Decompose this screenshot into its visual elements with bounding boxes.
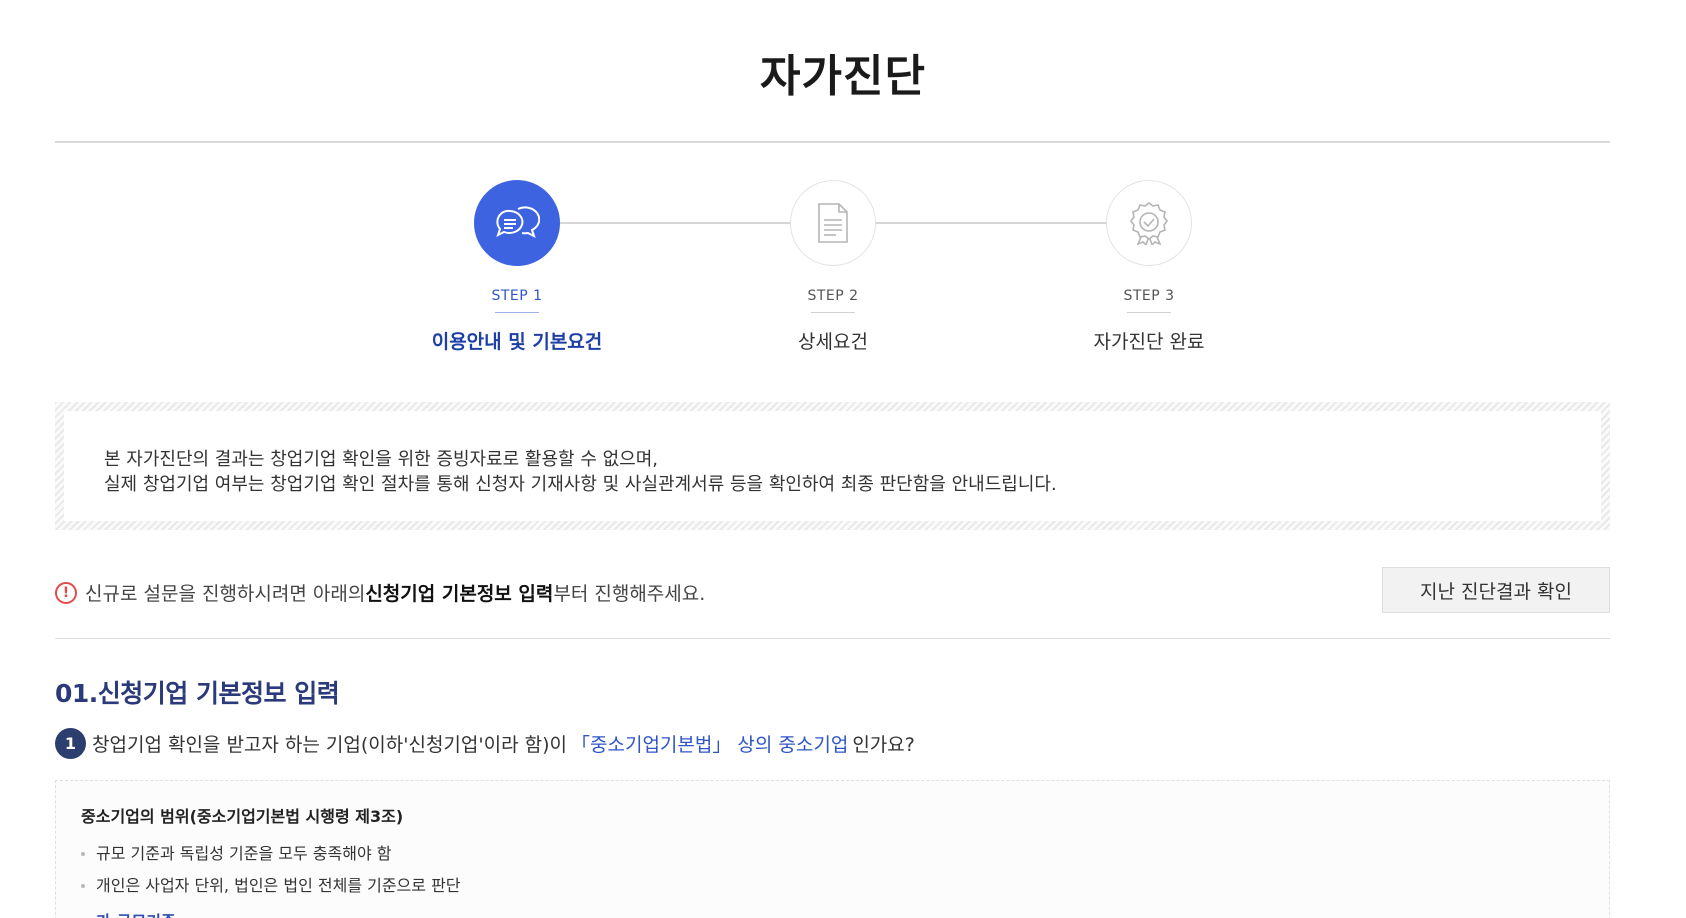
chat-bubbles-icon: [474, 180, 560, 266]
section-title: 01.신청기업 기본정보 입력: [55, 679, 340, 708]
past-results-button[interactable]: 지난 진단결과 확인: [1382, 567, 1610, 613]
document-icon: [790, 180, 876, 266]
title-divider: [55, 141, 1610, 143]
scope-title: 중소기업의 범위(중소기업기본법 시행령 제3조): [81, 807, 404, 826]
question-number-badge: 1: [55, 728, 86, 759]
certificate-badge-icon: [1106, 180, 1192, 266]
step-number: STEP 3: [1123, 288, 1175, 304]
list-item: 규모 기준과 독립성 기준을 모두 충족해야 함: [81, 838, 1584, 870]
list-item-text: 규모 기준과 독립성 기준을 모두 충족해야 함: [96, 844, 392, 863]
info-row: ! 신규로 설문을 진행하시려면 아래의 신청기업 기본정보 입력 부터 진행해주…: [55, 567, 1610, 615]
info-prefix: 신규로 설문을 진행하시려면 아래의: [85, 583, 366, 605]
notice-content: 본 자가진단의 결과는 창업기업 확인을 위한 증빙자료로 활용할 수 없으며,…: [64, 411, 1601, 521]
list-item: 개인은 사업자 단위, 법인은 법인 전체를 기준으로 판단: [81, 870, 1584, 902]
question-text: 창업기업 확인을 받고자 하는 기업(이하'신청기업'이라 함)이: [92, 734, 567, 756]
step-2: STEP 2 상세요건: [713, 180, 953, 354]
sme-act-link[interactable]: 「중소기업기본법」 상의 중소기업: [571, 730, 848, 757]
step-3: STEP 3 자가진단 완료: [1029, 180, 1269, 354]
notice-line: 실제 창업기업 여부는 창업기업 확인 절차를 통해 신청자 기재사항 및 사실…: [104, 474, 1057, 495]
step-label: 이용안내 및 기본요건: [431, 331, 603, 353]
info-message: ! 신규로 설문을 진행하시려면 아래의 신청기업 기본정보 입력 부터 진행해주…: [55, 579, 705, 606]
alert-icon: !: [55, 581, 77, 604]
scope-list: 규모 기준과 독립성 기준을 모두 충족해야 함 개인은 사업자 단위, 법인은…: [81, 838, 1584, 902]
step-number: STEP 1: [491, 288, 543, 304]
scope-subheading: 가.규모기준: [96, 908, 1584, 918]
sme-scope-box: 중소기업의 범위(중소기업기본법 시행령 제3조) 규모 기준과 독립성 기준을…: [55, 780, 1610, 918]
bullet-icon: [81, 884, 85, 888]
step-number: STEP 2: [807, 288, 859, 304]
step-underline: [495, 312, 539, 313]
notice-box: 본 자가진단의 결과는 창업기업 확인을 위한 증빙자료로 활용할 수 없으며,…: [55, 402, 1610, 530]
page-title: 자가진단: [760, 51, 926, 102]
step-progress: STEP 1 이용안내 및 기본요건 STEP 2 상세요건 STEP 3 자가: [0, 180, 1686, 360]
step-label: 자가진단 완료: [1093, 331, 1205, 353]
bullet-icon: [81, 852, 85, 856]
section-divider: [55, 638, 1610, 639]
list-item-text: 개인은 사업자 단위, 법인은 법인 전체를 기준으로 판단: [96, 876, 461, 895]
info-suffix: 부터 진행해주세요.: [553, 583, 706, 605]
question-text-end: 인가요?: [852, 734, 915, 756]
step-1: STEP 1 이용안내 및 기본요건: [397, 180, 637, 354]
question-1: 1 창업기업 확인을 받고자 하는 기업(이하'신청기업'이라 함)이 「중소기…: [55, 728, 915, 759]
notice-line: 본 자가진단의 결과는 창업기업 확인을 위한 증빙자료로 활용할 수 없으며,: [104, 449, 659, 470]
step-underline: [1127, 312, 1171, 313]
step-label: 상세요건: [798, 331, 868, 353]
step-underline: [811, 312, 855, 313]
info-highlight: 신청기업 기본정보 입력: [365, 583, 554, 605]
